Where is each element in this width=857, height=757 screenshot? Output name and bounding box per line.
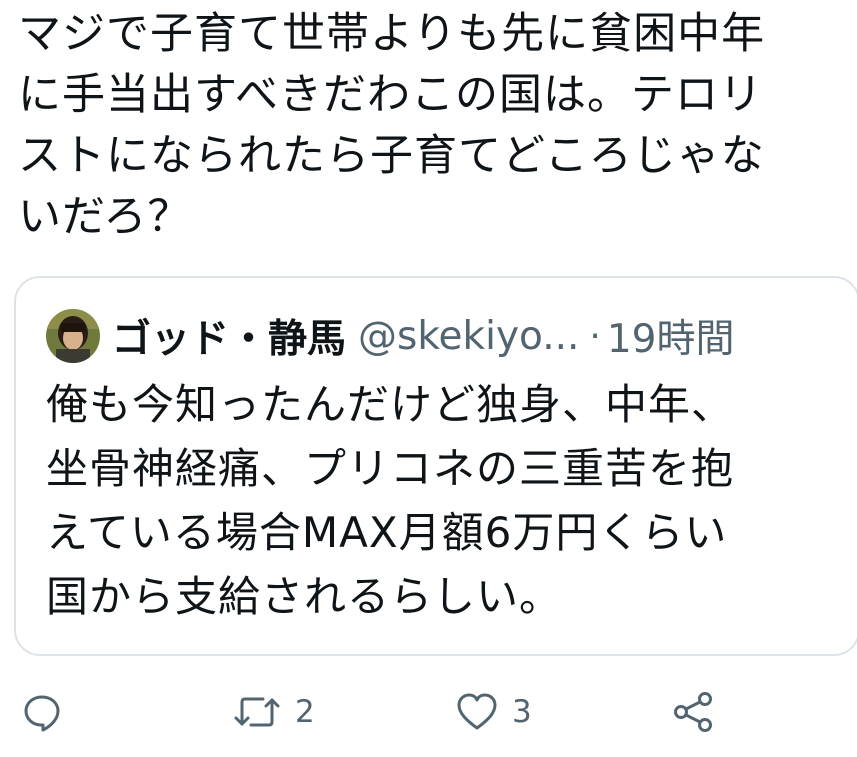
quoted-tweet-header: ゴッド・静馬 @skekiyo... · 19時間 bbox=[46, 308, 734, 364]
quoted-author-handle[interactable]: @skekiyo... bbox=[358, 314, 579, 359]
like-button[interactable]: 3 bbox=[456, 688, 532, 736]
tweet-text: マジで子育て世帯よりも先に貧困中年 に手当出すべきだわこの国は。テロリ ストにな… bbox=[18, 9, 766, 242]
quoted-tweet-text: 俺も今知ったんだけど独身、中年、 坐骨神経痛、プリコネの三重苦を抱 えている場合… bbox=[46, 380, 735, 621]
retweet-icon bbox=[233, 692, 281, 732]
quoted-author-name[interactable]: ゴッド・静馬 bbox=[112, 308, 346, 364]
retweet-count: 2 bbox=[295, 694, 315, 730]
avatar[interactable] bbox=[46, 309, 100, 363]
header-separator: · bbox=[589, 315, 601, 357]
quoted-timestamp[interactable]: 19時間 bbox=[607, 308, 735, 364]
reply-button[interactable] bbox=[22, 688, 76, 736]
share-button[interactable] bbox=[672, 688, 716, 736]
action-bar: 2 3 bbox=[0, 688, 857, 736]
retweet-button[interactable]: 2 bbox=[233, 688, 315, 736]
reply-icon bbox=[22, 692, 62, 732]
like-count: 3 bbox=[512, 694, 532, 730]
heart-icon bbox=[456, 692, 498, 732]
quoted-tweet-card[interactable]: ゴッド・静馬 @skekiyo... · 19時間 俺も今知ったんだけど独身、中… bbox=[14, 276, 857, 656]
avatar-image bbox=[46, 309, 100, 363]
share-icon bbox=[672, 691, 716, 733]
